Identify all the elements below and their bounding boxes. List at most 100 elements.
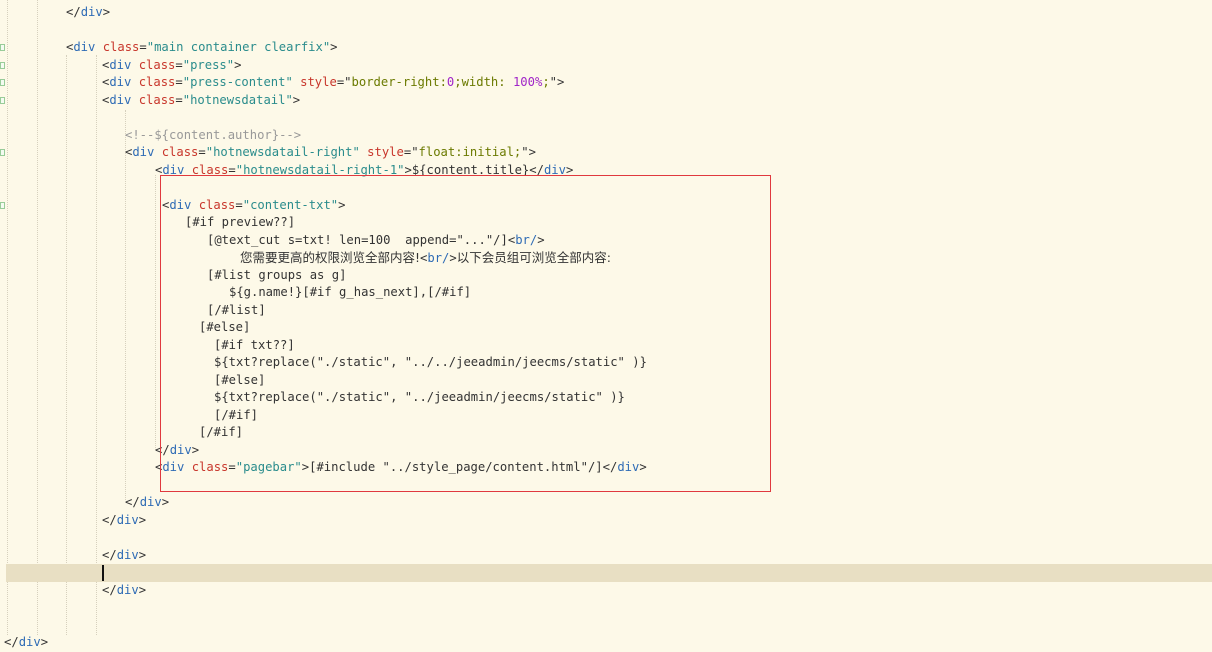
code-line[interactable]: 您需要更高的权限浏览全部内容!<br/>以下会员组可浏览全部内容: (240, 249, 611, 267)
code-line[interactable]: <div class="press"> (102, 57, 241, 75)
code-line[interactable]: </div> (102, 547, 146, 565)
code-line[interactable]: <!--${content.author}--> (125, 127, 301, 145)
code-token-br: > (234, 57, 242, 72)
code-token-br: </ (66, 5, 81, 19)
code-token-br: > (40, 635, 49, 649)
code-line[interactable]: [#else] (199, 319, 250, 337)
code-token-tag: div (617, 460, 640, 474)
code-line[interactable]: [@text_cut s=txt! len=100 append="..."/]… (207, 232, 545, 250)
indent-guide (155, 175, 156, 450)
code-token-br: = (175, 57, 183, 72)
code-token-br: = (139, 40, 147, 54)
code-token-tag: br/ (515, 232, 538, 247)
code-line[interactable]: </div> (102, 582, 146, 600)
code-token-attr: class (191, 197, 236, 212)
code-line[interactable]: [#if preview??] (185, 214, 295, 232)
code-token-attr: style (292, 75, 337, 89)
indent-guide (7, 0, 8, 635)
code-line[interactable]: <div class="hotnewsdatail"> (102, 92, 300, 110)
code-token-br: > (138, 582, 147, 597)
code-token-txt: [/#if] (199, 425, 244, 439)
code-token-br: = (228, 162, 236, 177)
code-line[interactable]: <div class="main container clearfix"> (66, 39, 338, 57)
code-token-str: "main container clearfix" (146, 40, 331, 54)
code-line[interactable]: </div> (66, 4, 110, 22)
code-token-br: </ (102, 512, 117, 527)
code-line[interactable]: </div> (155, 442, 199, 460)
code-line[interactable]: <div class="hotnewsdatail-right" style="… (125, 144, 536, 162)
code-token-tag: div (169, 197, 192, 212)
code-line[interactable]: </div> (102, 512, 146, 530)
fold-toggle-icon[interactable] (0, 44, 5, 51)
code-token-com: <!--${content.author}--> (125, 127, 302, 142)
code-token-attr: class (131, 75, 176, 89)
code-token-str: "hotnewsdatail-right" (205, 145, 360, 159)
code-line[interactable]: [#else] (214, 372, 265, 390)
code-line[interactable]: <div class="pagebar">[#include "../style… (155, 459, 647, 477)
fold-toggle-icon[interactable] (0, 149, 5, 156)
code-token-br: > (138, 547, 147, 562)
code-token-br: > (537, 232, 545, 247)
text-cursor (102, 565, 104, 581)
code-token-br: > (338, 197, 346, 212)
code-token-br: > (330, 40, 338, 54)
code-token-br: = (175, 92, 183, 107)
code-token-br: > (138, 512, 147, 527)
code-token-attr: class (95, 40, 140, 54)
code-token-br: </ (4, 635, 19, 649)
code-token-tag: div (109, 92, 132, 107)
code-token-str: "hotnewsdatail" (182, 92, 293, 107)
fold-toggle-icon[interactable] (0, 79, 5, 86)
code-line[interactable]: <div class="content-txt"> (162, 197, 345, 215)
code-line[interactable]: ${txt?replace("./static", "../jeeadmin/j… (214, 389, 625, 407)
code-token-br: </ (102, 582, 117, 597)
code-token-str: "hotnewsdatail-right-1" (235, 162, 405, 177)
code-token-tag: div (80, 5, 103, 19)
code-line[interactable]: <div class="press-content" style="border… (102, 74, 564, 92)
code-token-txt: ${content.title} (411, 162, 530, 177)
code-token-val: ;width: (454, 75, 513, 89)
code-token-cn: 您需要更高的权限浏览全部内容! (240, 250, 421, 265)
indent-guide (125, 110, 126, 500)
fold-toggle-icon[interactable] (0, 61, 5, 69)
code-token-br: = (175, 75, 183, 89)
code-token-tag: div (109, 75, 132, 89)
code-token-attr: class (154, 145, 199, 159)
current-line-highlight (6, 564, 1212, 582)
code-token-txt: ${txt?replace("./static", "../../jeeadmi… (214, 355, 647, 369)
code-line[interactable]: [#list groups as g] (207, 267, 346, 285)
code-token-br: > (565, 162, 574, 177)
code-token-tag: div (116, 547, 139, 562)
code-token-tag: div (18, 635, 41, 649)
code-line[interactable]: [#if txt??] (214, 337, 295, 355)
code-token-txt: [#list groups as g] (207, 267, 347, 282)
code-token-tag: div (169, 442, 192, 457)
fold-toggle-icon[interactable] (0, 96, 5, 104)
code-token-str: "press-content" (182, 75, 293, 89)
indent-guide (96, 55, 97, 635)
code-line[interactable]: ${txt?replace("./static", "../../jeeadmi… (214, 354, 647, 372)
code-line[interactable]: [/#if] (199, 424, 243, 442)
code-token-br: =" (336, 75, 352, 89)
code-token-val: float:initial; (418, 145, 522, 159)
code-token-txt: [#include "../style_page/content.html"/] (309, 460, 603, 474)
code-token-br: > (449, 251, 457, 265)
code-token-br: </ (125, 495, 140, 509)
code-token-br: = (235, 197, 243, 212)
indent-guide (37, 0, 38, 635)
fold-toggle-icon[interactable] (0, 201, 5, 209)
code-token-br: "> (521, 145, 536, 159)
code-token-str: "pagebar" (235, 460, 302, 474)
code-line[interactable]: </div> (125, 494, 169, 512)
code-token-txt: [#if preview??] (185, 215, 296, 229)
code-line[interactable]: <div class="hotnewsdatail-right-1">${con… (155, 162, 573, 180)
code-token-br: > (191, 442, 200, 457)
code-line[interactable]: [/#if] (214, 407, 258, 425)
code-token-txt: ${g.name!}[#if g_has_next],[/#if] (229, 285, 472, 299)
code-token-txt: [#else] (199, 320, 251, 334)
code-token-tag: div (139, 495, 162, 509)
code-token-br: > (639, 460, 647, 474)
code-line[interactable]: ${g.name!}[#if g_has_next],[/#if] (229, 284, 471, 302)
code-line[interactable]: [/#list] (207, 302, 266, 320)
code-token-br: </ (529, 162, 544, 177)
